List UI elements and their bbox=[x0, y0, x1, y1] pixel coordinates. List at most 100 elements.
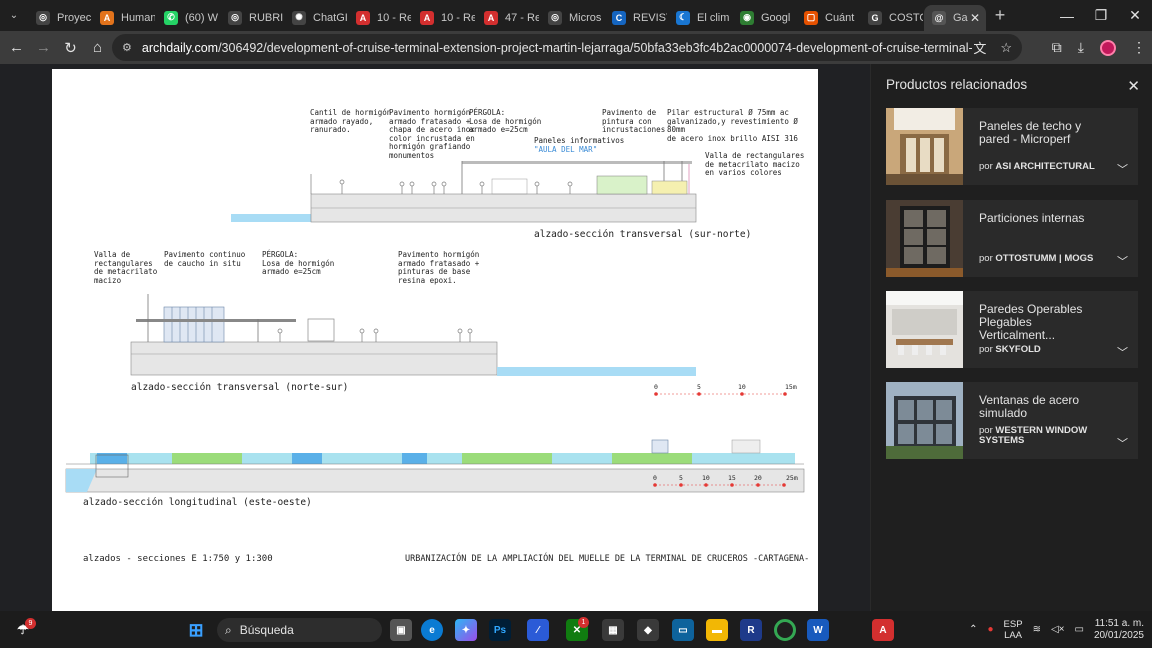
browser-tab[interactable]: G COSTO bbox=[860, 5, 924, 31]
chevron-down-icon[interactable]: ﹀ bbox=[1117, 435, 1128, 451]
store-icon[interactable]: ▦ bbox=[602, 619, 624, 641]
tab-favicon-icon: ☾ bbox=[676, 10, 690, 25]
wifi-icon[interactable]: ≋ bbox=[1033, 624, 1041, 635]
section-caption: alzado-sección transversal (sur-norte) bbox=[534, 229, 752, 240]
edge-icon[interactable]: e bbox=[421, 619, 443, 641]
section-caption: alzado-sección transversal (norte-sur) bbox=[131, 382, 349, 393]
tab-title: El clim bbox=[697, 11, 730, 24]
profile-avatar[interactable] bbox=[1100, 39, 1116, 56]
product-card[interactable]: Paneles de techo y pared - Microperf por… bbox=[886, 108, 1138, 185]
remote-desktop-icon[interactable]: ▭ bbox=[672, 619, 694, 641]
scale-label: 20 bbox=[754, 474, 762, 482]
restore-icon[interactable]: ❐ bbox=[1084, 0, 1118, 31]
extensions-icon[interactable]: ⧉ bbox=[1052, 39, 1062, 56]
section-drawings bbox=[65, 161, 805, 493]
product-card[interactable]: Particiones internas por OTTOSTUMM | MOG… bbox=[886, 200, 1138, 277]
windows-start-icon[interactable]: ⊞ bbox=[185, 619, 207, 641]
address-bar[interactable]: ⚙ archdaily.com/306492/development-of-cr… bbox=[112, 34, 1022, 61]
tab-close-icon[interactable]: ✕ bbox=[970, 11, 980, 25]
minimize-icon[interactable]: — bbox=[1050, 0, 1084, 31]
related-products-panel: Productos relacionados ✕ Paneles de tech… bbox=[870, 64, 1152, 611]
tab-strip: ⌄ ◎ Proyect A Human ✆ (60) W ◎ RUBRIC ✺ ChatGI A 10… bbox=[0, 0, 1152, 31]
vpn-icon[interactable]: ⁄ bbox=[527, 619, 549, 641]
volume-icon[interactable]: ◁× bbox=[1051, 624, 1065, 635]
tab-title: Cuánt bbox=[825, 11, 855, 24]
copilot-icon[interactable]: ✦ bbox=[455, 619, 477, 641]
chevron-up-icon[interactable]: ⌃ bbox=[969, 624, 977, 635]
site-info-icon[interactable]: ⚙ bbox=[122, 41, 132, 54]
browser-tab[interactable]: A Human bbox=[92, 5, 156, 31]
forward-button[interactable]: → bbox=[30, 34, 57, 62]
tab-favicon-icon: ◉ bbox=[740, 10, 754, 25]
product-name[interactable]: Paneles de techo y pared - Microperf bbox=[979, 120, 1104, 146]
search-icon: ⌕ bbox=[225, 622, 232, 637]
photoshop-icon[interactable]: Ps bbox=[489, 619, 511, 641]
bookmark-star-icon[interactable]: ☆ bbox=[1000, 40, 1012, 56]
tab-title: 47 - Re bbox=[505, 11, 539, 24]
active-tab[interactable]: @ Ga ✕ bbox=[924, 4, 986, 31]
task-view-icon[interactable]: ▣ bbox=[390, 619, 412, 641]
browser-tab[interactable]: A 47 - Re bbox=[476, 5, 540, 31]
browser-tab[interactable]: A 10 - Re bbox=[412, 5, 476, 31]
architectural-drawing-image: Cantil de hormigón armado rayado, ranura… bbox=[52, 69, 818, 611]
product-name[interactable]: Particiones internas bbox=[979, 212, 1104, 225]
back-button[interactable]: ← bbox=[3, 34, 30, 62]
taskbar-search[interactable]: ⌕ Búsqueda bbox=[217, 618, 382, 642]
windows-taskbar: ☂ 9 ⊞ ⌕ Búsqueda ▣ e ✦ Ps ⁄ ✕ 1 ▦ ◆ ▭ ▬ … bbox=[0, 611, 1152, 648]
section-caption: alzado-sección longitudinal (este-oeste) bbox=[83, 497, 312, 508]
browser-toolbar: ← → ↻ ⌂ ⚙ archdaily.com/306492/developme… bbox=[0, 31, 1152, 64]
annotation: Valla de rectangulares de metacrilato ma… bbox=[94, 250, 158, 285]
home-button[interactable]: ⌂ bbox=[84, 34, 111, 62]
translate-icon[interactable]: 文 bbox=[973, 38, 986, 57]
product-thumbnail bbox=[886, 200, 963, 277]
browser-tab[interactable]: ▢ Cuánt bbox=[796, 5, 860, 31]
tab-title: 10 - Re bbox=[377, 11, 411, 24]
chevron-down-icon[interactable]: ﹀ bbox=[1117, 161, 1128, 177]
browser-tab[interactable]: ◉ Googl bbox=[732, 5, 796, 31]
download-icon[interactable]: ⤓ bbox=[1078, 39, 1084, 56]
product-brand: por OTTOSTUMM | MOGS bbox=[979, 253, 1094, 264]
tab-search-chevron-icon[interactable]: ⌄ bbox=[0, 0, 28, 31]
window-close-icon[interactable]: ✕ bbox=[1118, 0, 1152, 31]
tab-favicon-icon: A bbox=[420, 10, 434, 25]
app-icon[interactable]: ◆ bbox=[637, 619, 659, 641]
tab-favicon-icon: ◎ bbox=[548, 10, 562, 25]
tab-favicon-icon: A bbox=[100, 10, 114, 25]
browser-tab[interactable]: ◎ RUBRIC bbox=[220, 5, 284, 31]
url-text[interactable]: archdaily.com/306492/development-of-crui… bbox=[142, 41, 972, 55]
chevron-down-icon[interactable]: ﹀ bbox=[1117, 344, 1128, 360]
word-icon[interactable]: W bbox=[807, 619, 829, 641]
browser-tab[interactable]: ✆ (60) W bbox=[156, 5, 220, 31]
clock[interactable]: 11:51 a. m. 20/01/2025 bbox=[1094, 618, 1144, 642]
product-name[interactable]: Ventanas de acero simulado bbox=[979, 394, 1104, 420]
battery-icon[interactable]: ▭ bbox=[1074, 624, 1083, 635]
browser-tab[interactable]: ✺ ChatGI bbox=[284, 5, 348, 31]
product-card[interactable]: Paredes Operables Plegables Verticalment… bbox=[886, 291, 1138, 368]
system-tray: ⌃ ● ESP LAA ≋ ◁× ▭ 11:51 a. m. 20/01/2025 bbox=[969, 611, 1144, 648]
tab-title: ChatGI bbox=[313, 11, 347, 24]
revit-icon[interactable]: R bbox=[740, 619, 762, 641]
tab-favicon-icon: C bbox=[612, 10, 626, 25]
browser-tab[interactable]: A 10 - Re bbox=[348, 5, 412, 31]
chrome-icon[interactable] bbox=[774, 619, 796, 641]
browser-tab[interactable]: ☾ El clim bbox=[668, 5, 732, 31]
menu-kebab-icon[interactable]: ⋮ bbox=[1132, 39, 1146, 56]
reload-button[interactable]: ↻ bbox=[57, 34, 84, 62]
scale-label: 10 bbox=[738, 383, 746, 391]
panel-title: Productos relacionados bbox=[886, 77, 1028, 92]
browser-tab[interactable]: ◎ Micros bbox=[540, 5, 604, 31]
chevron-down-icon[interactable]: ﹀ bbox=[1117, 253, 1128, 269]
product-name[interactable]: Paredes Operables Plegables Verticalment… bbox=[979, 303, 1104, 342]
annotation: Pavimento hormigón armado fratasado + pi… bbox=[398, 250, 480, 285]
language-indicator[interactable]: ESP LAA bbox=[1004, 619, 1023, 641]
antivirus-icon[interactable]: ● bbox=[988, 624, 994, 635]
tab-title: Googl bbox=[761, 11, 791, 24]
close-icon[interactable]: ✕ bbox=[1127, 77, 1140, 95]
browser-tab[interactable]: C REVIST bbox=[604, 5, 668, 31]
file-explorer-icon[interactable]: ▬ bbox=[706, 619, 728, 641]
product-card[interactable]: Ventanas de acero simulado por WESTERN W… bbox=[886, 382, 1138, 459]
acrobat-icon[interactable]: A bbox=[872, 619, 894, 641]
window-controls: — ❐ ✕ bbox=[1050, 0, 1152, 31]
new-tab-button[interactable]: + bbox=[986, 5, 1014, 26]
browser-tab[interactable]: ◎ Proyect bbox=[28, 5, 92, 31]
